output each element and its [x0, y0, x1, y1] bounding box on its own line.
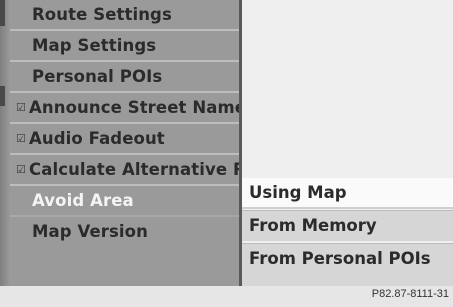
checkmark-icon: ☑ [16, 101, 26, 114]
screen-edge [0, 0, 10, 286]
figure-code: P82.87-8111-31 [371, 288, 449, 300]
navigation-menu: Route Settings Map Settings Personal POI… [10, 0, 239, 286]
menu-item-label: Calculate Alternative Routes [29, 160, 239, 179]
navigation-screen: Route Settings Map Settings Personal POI… [0, 0, 453, 286]
edge-notch [0, 86, 5, 106]
menu-item-map-settings[interactable]: Map Settings [10, 31, 239, 62]
menu-item-label: Avoid Area [32, 191, 134, 210]
checkmark-icon: ☑ [16, 132, 26, 145]
menu-item-label: Route Settings [32, 5, 172, 24]
submenu-item-using-map[interactable]: Using Map [242, 178, 453, 209]
menu-item-label: Announce Street Names [29, 98, 239, 117]
menu-item-route-settings[interactable]: Route Settings [10, 0, 239, 31]
menu-item-map-version[interactable]: Map Version [10, 217, 239, 248]
edge-notch [0, 0, 5, 26]
figure-footer: P82.87-8111-31 [0, 286, 453, 307]
menu-item-calculate-alternative-routes[interactable]: ☑ Calculate Alternative Routes [10, 155, 239, 186]
checkmark-icon: ☑ [16, 163, 26, 176]
menu-item-announce-street-names[interactable]: ☑ Announce Street Names [10, 93, 239, 124]
menu-item-label: Map Version [32, 222, 148, 241]
submenu-item-from-personal-pois[interactable]: From Personal POIs [242, 243, 453, 286]
menu-item-label: Audio Fadeout [29, 129, 165, 148]
menu-item-label: Personal POIs [32, 67, 163, 86]
menu-item-label: Map Settings [32, 36, 157, 55]
submenu-item-from-memory[interactable]: From Memory [242, 210, 453, 241]
avoid-area-submenu: Using Map From Memory From Personal POIs [242, 0, 453, 286]
menu-item-avoid-area[interactable]: Avoid Area [10, 186, 239, 217]
menu-item-audio-fadeout[interactable]: ☑ Audio Fadeout [10, 124, 239, 155]
menu-item-personal-pois[interactable]: Personal POIs [10, 62, 239, 93]
